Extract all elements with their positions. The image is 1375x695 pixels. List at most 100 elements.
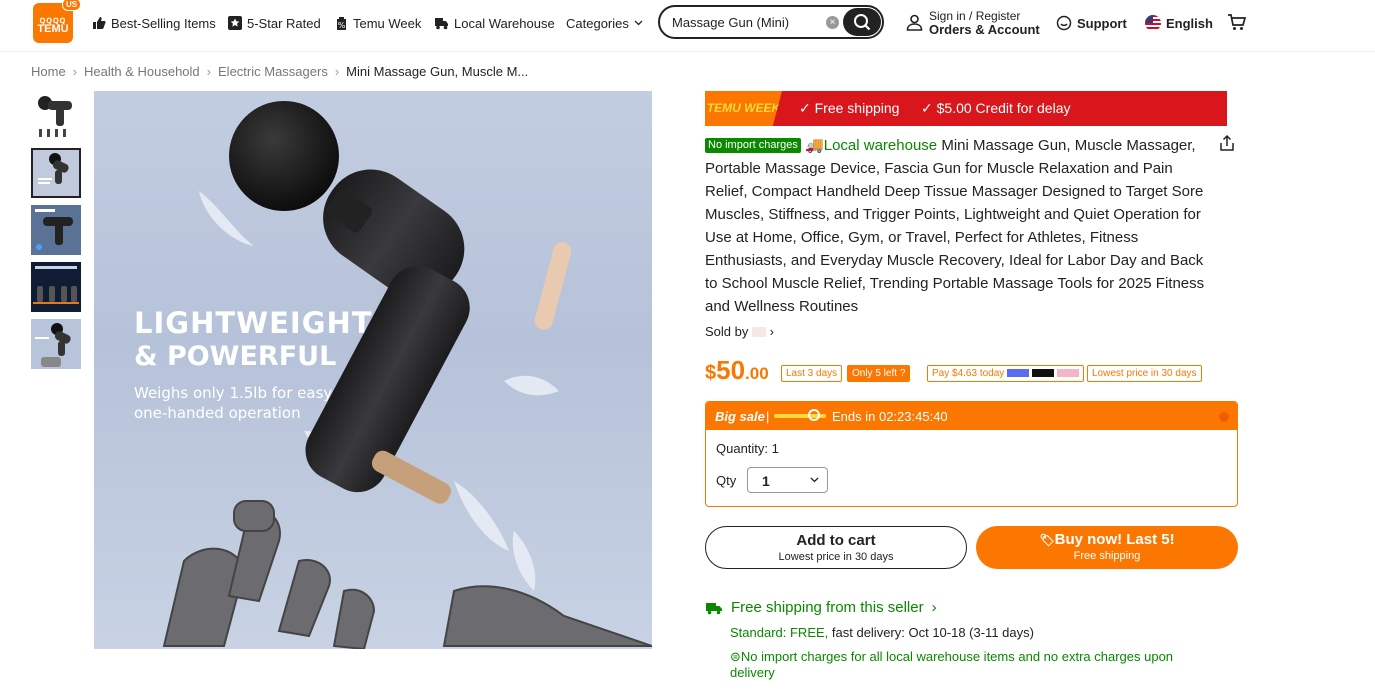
chevron-right-icon: › [931, 599, 937, 616]
chevron-right-icon: › [769, 324, 774, 339]
breadcrumb-separator: › [206, 64, 212, 79]
nav-temu-week[interactable]: % Temu Week [335, 14, 421, 32]
language-label: English [1166, 15, 1213, 31]
clear-search-icon[interactable]: × [826, 16, 839, 29]
breadcrumb-home[interactable]: Home [31, 64, 66, 79]
search-input[interactable] [670, 14, 824, 31]
nav-best-selling-label: Best-Selling Items [111, 15, 216, 31]
nav-local-warehouse[interactable]: Local Warehouse [434, 14, 555, 32]
big-sale-header: Big sale | Ends in 02:23:45:40 [706, 402, 1237, 430]
top-header: ꞯꞯꞯꞯ TEMU US Best-Selling Items 5-Star R… [0, 0, 1375, 52]
nav-categories[interactable]: Categories [566, 14, 643, 32]
breadcrumb-massagers[interactable]: Electric Massagers [218, 64, 328, 79]
last-days-badge: Last 3 days [781, 365, 843, 382]
quantity-text: Quantity: 1 [716, 441, 779, 456]
price-cents: .00 [745, 364, 769, 383]
search-button[interactable] [843, 8, 881, 36]
shopping-cart-icon [1228, 14, 1247, 30]
buy-now-text: Buy now! Last 5! [1054, 531, 1175, 548]
local-warehouse-tag: 🚚Local warehouse [805, 137, 937, 154]
search-box: × [658, 5, 884, 39]
delay-credit-promo: ✓ $5.00 Credit for delay [921, 100, 1071, 116]
user-icon [906, 14, 923, 31]
affirm-icon [1031, 369, 1054, 377]
stock-badge[interactable]: Only 5 left ? [847, 365, 911, 382]
support-label: Support [1077, 15, 1127, 31]
afterpay-icon [1007, 369, 1030, 377]
nav-5-star[interactable]: 5-Star Rated [228, 14, 321, 32]
signin-label: Sign in / Register [929, 9, 1021, 23]
stock-badge-label: Only 5 left [852, 368, 898, 379]
pay-later-badge[interactable]: Pay $4.63 today [927, 365, 1084, 382]
product-title: No import charges 🚚Local warehouse Mini … [705, 134, 1210, 318]
share-button[interactable] [1218, 134, 1236, 152]
breadcrumb: Home › Health & Household › Electric Mas… [31, 64, 528, 79]
pay-later-label: Pay $4.63 today [932, 368, 1005, 379]
orders-account-label: Orders & Account [929, 22, 1040, 37]
qty-label: Qty [716, 473, 737, 488]
seller-avatar [752, 327, 766, 337]
klarna-icon [1056, 369, 1079, 377]
price-currency: $ [705, 362, 717, 384]
product-title-text: Mini Massage Gun, Muscle Massager, Porta… [705, 137, 1205, 315]
chat-smile-icon [1056, 15, 1072, 31]
free-shipping-seller-link[interactable]: Free shipping from this seller › [705, 599, 937, 616]
logo-text: TEMU [37, 23, 69, 35]
check-circle-icon: ⊜ [730, 649, 741, 664]
language-selector[interactable]: English [1145, 14, 1213, 32]
thumbnail-3[interactable] [31, 205, 81, 255]
nav-temu-week-label: Temu Week [353, 15, 422, 31]
decor-dot-icon [1219, 412, 1229, 422]
free-shipping-title: Free shipping from this seller [731, 599, 924, 616]
nav-local-warehouse-label: Local Warehouse [454, 15, 555, 31]
thumbnail-4[interactable] [31, 262, 81, 312]
delivery-estimate: fast delivery: Oct 10-18 (3-11 days) [828, 625, 1034, 640]
no-import-charges-tag: No import charges [705, 138, 801, 153]
image-subtext: Weighs only 1.5lb for easy one-handed op… [134, 384, 333, 422]
share-icon [1220, 134, 1234, 151]
main-product-image[interactable]: LIGHTWEIGHT & POWERFUL Weighs only 1.5lb… [94, 91, 652, 649]
add-to-cart-sublabel: Lowest price in 30 days [778, 551, 894, 563]
truck-icon: 🚚 [805, 137, 824, 154]
breadcrumb-current: Mini Massage Gun, Muscle M... [346, 64, 529, 79]
percent-tag-icon: % [337, 16, 346, 30]
promo-banner: TEMU WEEK ✓ Free shipping ✓ $5.00 Credit… [705, 91, 1227, 126]
sold-by-label: Sold by [705, 324, 749, 339]
image-headline-1: LIGHTWEIGHT [134, 306, 373, 340]
clock-icon [808, 409, 820, 421]
big-sale-separator: | [766, 409, 770, 424]
add-to-cart-label: Add to cart [796, 532, 876, 549]
shipping-standard: Standard: FREE, fast delivery: Oct 10-18… [730, 625, 1034, 640]
nav-best-selling[interactable]: Best-Selling Items [92, 14, 216, 32]
cart-button[interactable] [1227, 12, 1247, 37]
truck-icon [435, 18, 448, 30]
big-sale-label: Big sale [715, 409, 765, 424]
thumbs-up-icon [93, 17, 106, 29]
buy-now-label: 🏷Buy now! Last 5! [976, 531, 1238, 548]
thumbnail-2[interactable] [31, 148, 81, 198]
price-dollars: 50 [716, 355, 746, 385]
region-badge: US [62, 0, 82, 11]
quantity-select[interactable]: 1 [747, 467, 828, 493]
question-icon: ? [899, 368, 906, 379]
standard-free-label: Standard: FREE, [730, 625, 829, 640]
import-charges-note: ⊜No import charges for all local warehou… [730, 649, 1210, 681]
buy-now-button[interactable]: 🏷Buy now! Last 5! Free shipping [976, 526, 1238, 569]
thumbnail-1[interactable] [31, 91, 81, 141]
thumbnail-5[interactable] [31, 319, 81, 369]
chevron-down-icon [810, 477, 819, 483]
svg-text:%: % [338, 21, 346, 30]
support-link[interactable]: Support [1056, 14, 1127, 32]
image-headline-2: & POWERFUL [134, 341, 337, 372]
breadcrumb-health[interactable]: Health & Household [84, 64, 200, 79]
sold-by[interactable]: Sold by › [705, 324, 774, 339]
breadcrumb-separator: › [72, 64, 78, 79]
add-to-cart-button[interactable]: Add to cart Lowest price in 30 days [705, 526, 967, 569]
quantity-select-value: 1 [762, 473, 770, 489]
temu-week-badge: TEMU WEEK [705, 91, 782, 126]
chevron-down-icon [634, 20, 643, 26]
lowest-price-badge: Lowest price in 30 days [1087, 365, 1202, 382]
nav-5-star-label: 5-Star Rated [247, 15, 321, 31]
price: $50.00 [705, 355, 769, 386]
import-note-text: No import charges for all local warehous… [730, 649, 1174, 680]
